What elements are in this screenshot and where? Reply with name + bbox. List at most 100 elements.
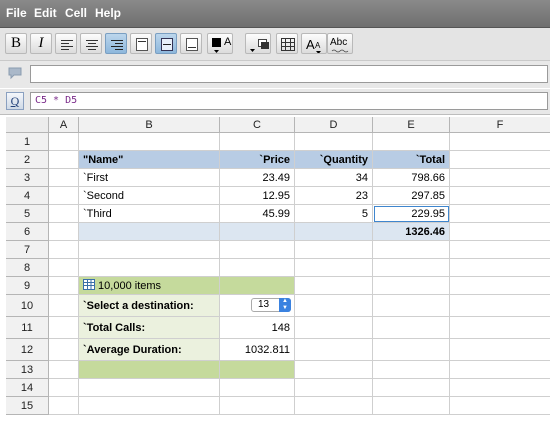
cell-a9[interactable] <box>49 277 79 295</box>
row-header-3[interactable]: 3 <box>6 169 49 187</box>
cell-d6[interactable] <box>295 223 373 241</box>
cell-c4[interactable]: 12.95 <box>220 187 295 205</box>
font-size-button[interactable]: A A <box>301 33 327 54</box>
cell-e2[interactable]: `Total <box>373 151 450 169</box>
row-header-4[interactable]: 4 <box>6 187 49 205</box>
cell-f12[interactable] <box>450 339 550 361</box>
menu-edit[interactable]: Edit <box>34 6 57 20</box>
cell-f3[interactable] <box>450 169 550 187</box>
cell-d8[interactable] <box>295 259 373 277</box>
cell-a6[interactable] <box>49 223 79 241</box>
cell-f2[interactable] <box>450 151 550 169</box>
cell-e10[interactable] <box>373 295 450 317</box>
cell-d10[interactable] <box>295 295 373 317</box>
valign-top-button[interactable] <box>130 33 152 54</box>
cell-f11[interactable] <box>450 317 550 339</box>
cell-e1[interactable] <box>373 133 450 151</box>
cell-b9[interactable]: 10,000 items <box>79 277 220 295</box>
cell-c15[interactable] <box>220 397 295 415</box>
cell-e11[interactable] <box>373 317 450 339</box>
cell-f9[interactable] <box>450 277 550 295</box>
row-header-11[interactable]: 11 <box>6 317 49 339</box>
cell-a1[interactable] <box>49 133 79 151</box>
valign-middle-button[interactable] <box>155 33 177 54</box>
cell-b4[interactable]: `Second <box>79 187 220 205</box>
cell-d13[interactable] <box>295 361 373 379</box>
cell-c12[interactable]: 1032.811 <box>220 339 295 361</box>
fill-color-button[interactable] <box>245 33 271 54</box>
row-header-14[interactable]: 14 <box>6 379 49 397</box>
cell-a2[interactable] <box>49 151 79 169</box>
bold-button[interactable]: B <box>5 33 27 54</box>
formula-input[interactable]: C5 * D5 <box>30 92 548 110</box>
cell-a10[interactable] <box>49 295 79 317</box>
cell-c14[interactable] <box>220 379 295 397</box>
align-right-button[interactable] <box>105 33 127 54</box>
cell-d1[interactable] <box>295 133 373 151</box>
cell-e8[interactable] <box>373 259 450 277</box>
cell-b5[interactable]: `Third <box>79 205 220 223</box>
cell-f1[interactable] <box>450 133 550 151</box>
cell-e9[interactable] <box>373 277 450 295</box>
cell-a7[interactable] <box>49 241 79 259</box>
cell-a12[interactable] <box>49 339 79 361</box>
valign-bottom-button[interactable] <box>180 33 202 54</box>
cell-c11[interactable]: 148 <box>220 317 295 339</box>
align-left-button[interactable] <box>55 33 77 54</box>
menu-help[interactable]: Help <box>95 6 121 20</box>
cell-e5[interactable]: 229.95 <box>373 205 450 223</box>
cell-f14[interactable] <box>450 379 550 397</box>
cell-a8[interactable] <box>49 259 79 277</box>
cell-c2[interactable]: `Price <box>220 151 295 169</box>
cell-b8[interactable] <box>79 259 220 277</box>
cell-c10[interactable]: 13 ▲ ▼ <box>220 295 295 317</box>
cell-d5[interactable]: 5 <box>295 205 373 223</box>
row-header-13[interactable]: 13 <box>6 361 49 379</box>
destination-select[interactable]: 13 ▲ ▼ <box>251 298 291 312</box>
cell-b1[interactable] <box>79 133 220 151</box>
cell-e7[interactable] <box>373 241 450 259</box>
menu-cell[interactable]: Cell <box>65 6 87 20</box>
column-header-b[interactable]: B <box>79 117 220 133</box>
cell-e12[interactable] <box>373 339 450 361</box>
cell-b10[interactable]: `Select a destination: <box>79 295 220 317</box>
cell-e6[interactable]: 1326.46 <box>373 223 450 241</box>
font-color-button[interactable]: A <box>207 33 233 54</box>
cell-c1[interactable] <box>220 133 295 151</box>
cell-a13[interactable] <box>49 361 79 379</box>
cell-d15[interactable] <box>295 397 373 415</box>
cell-d2[interactable]: `Quantity <box>295 151 373 169</box>
column-header-c[interactable]: C <box>220 117 295 133</box>
cell-b15[interactable] <box>79 397 220 415</box>
cell-b3[interactable]: `First <box>79 169 220 187</box>
cell-c5[interactable]: 45.99 <box>220 205 295 223</box>
cell-d14[interactable] <box>295 379 373 397</box>
cell-f13[interactable] <box>450 361 550 379</box>
align-center-button[interactable] <box>80 33 102 54</box>
cell-c7[interactable] <box>220 241 295 259</box>
cell-d12[interactable] <box>295 339 373 361</box>
row-header-7[interactable]: 7 <box>6 241 49 259</box>
column-header-a[interactable]: A <box>49 117 79 133</box>
cell-b11[interactable]: `Total Calls: <box>79 317 220 339</box>
row-header-10[interactable]: 10 <box>6 295 49 317</box>
row-header-12[interactable]: 12 <box>6 339 49 361</box>
cell-a15[interactable] <box>49 397 79 415</box>
formula-button[interactable]: Q <box>6 92 24 110</box>
cell-f8[interactable] <box>450 259 550 277</box>
cell-b12[interactable]: `Average Duration: <box>79 339 220 361</box>
cell-a5[interactable] <box>49 205 79 223</box>
cell-d4[interactable]: 23 <box>295 187 373 205</box>
cell-d11[interactable] <box>295 317 373 339</box>
cell-c9[interactable] <box>220 277 295 295</box>
spell-check-button[interactable]: Abc <box>327 33 353 54</box>
cell-f6[interactable] <box>450 223 550 241</box>
cell-a3[interactable] <box>49 169 79 187</box>
cell-e14[interactable] <box>373 379 450 397</box>
cell-f4[interactable] <box>450 187 550 205</box>
cell-c6[interactable] <box>220 223 295 241</box>
borders-button[interactable] <box>276 33 298 54</box>
cell-d9[interactable] <box>295 277 373 295</box>
cell-b6[interactable] <box>79 223 220 241</box>
row-header-1[interactable]: 1 <box>6 133 49 151</box>
